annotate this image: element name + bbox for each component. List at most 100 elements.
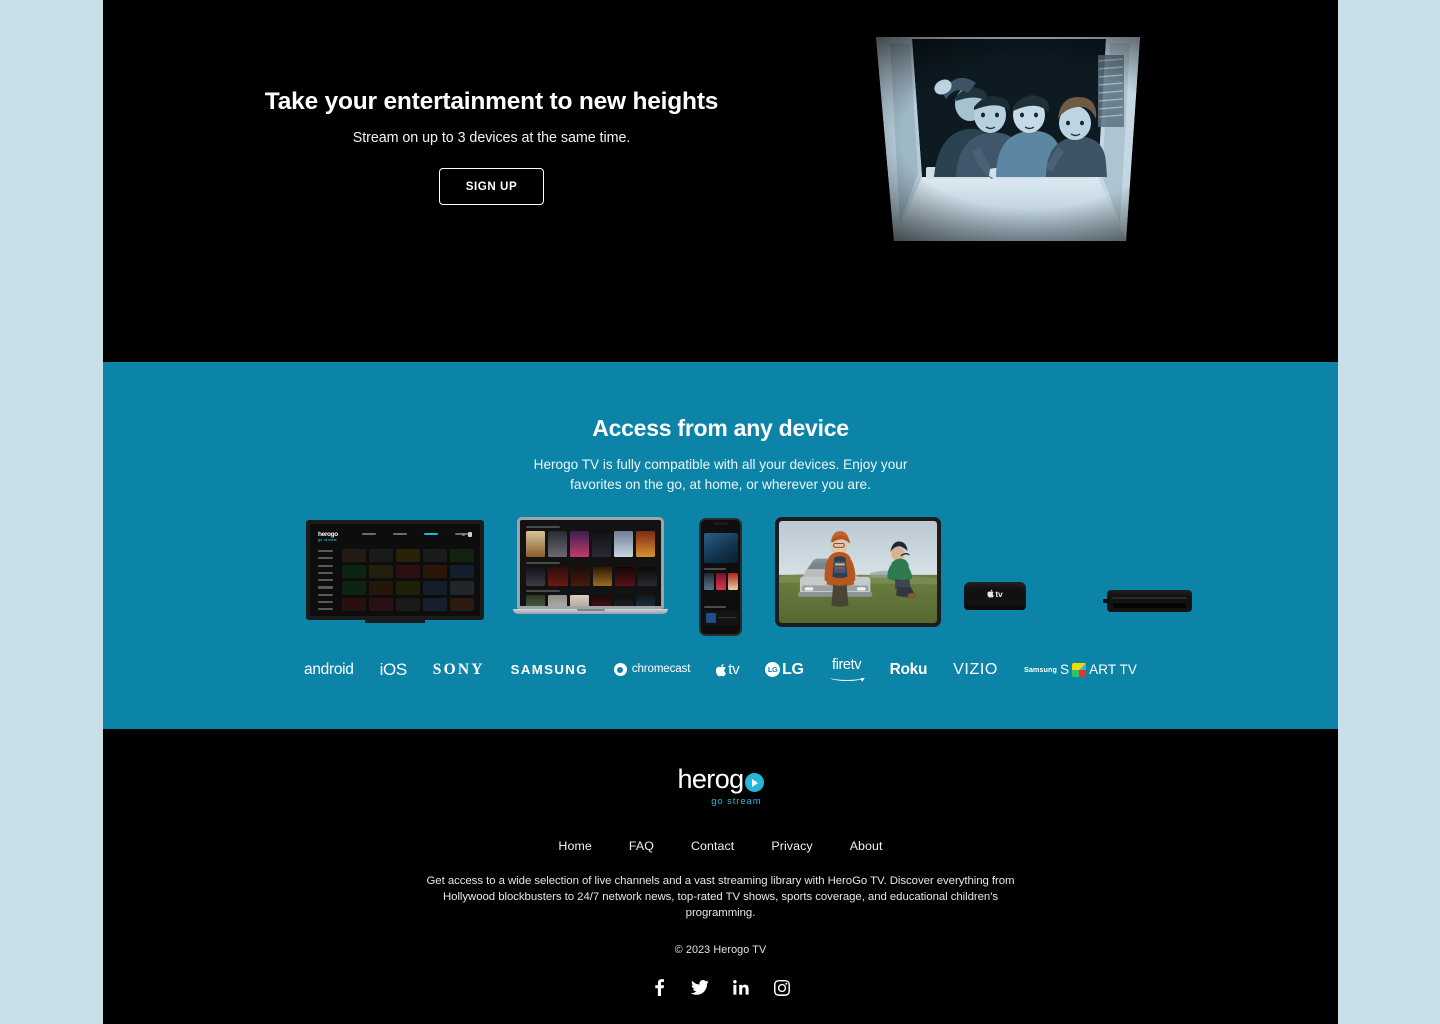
tv-channel-tile xyxy=(342,549,366,563)
footer-link-home[interactable]: Home xyxy=(558,839,591,853)
tv-channel-grid xyxy=(342,549,474,611)
apple-icon xyxy=(716,663,727,677)
chromecast-icon xyxy=(613,663,627,677)
poster xyxy=(526,531,545,557)
hero-section: Take your entertainment to new heights S… xyxy=(103,0,1338,362)
tv-channel-tile xyxy=(342,597,366,611)
hero-subtitle: Stream on up to 3 devices at the same ti… xyxy=(352,129,631,146)
linkedin-icon[interactable] xyxy=(731,978,751,998)
footer-nav: Home FAQ Contact Privacy About xyxy=(103,839,1338,853)
brand-logo-ios: iOS xyxy=(379,660,408,680)
brand-logo-samsung-smart-tv: Samsung S ART TV xyxy=(1011,662,1150,677)
footer-link-about[interactable]: About xyxy=(850,839,883,853)
tv-channel-tile xyxy=(450,581,474,595)
apple-icon xyxy=(987,589,994,598)
poster-list xyxy=(526,595,657,606)
poster-list xyxy=(703,572,738,590)
apple-tv-label: tv xyxy=(995,588,1003,599)
poster-list xyxy=(526,531,657,557)
recommended-card xyxy=(703,610,738,625)
hero-image xyxy=(830,27,1230,247)
tv-app-sidebar xyxy=(318,550,333,611)
poster xyxy=(526,595,545,606)
tv-sidebar-item xyxy=(318,579,333,582)
tv-channel-tile xyxy=(450,549,474,563)
device-mockup-tablet xyxy=(775,517,941,627)
lg-label: LG xyxy=(782,660,804,678)
poster xyxy=(570,567,590,586)
tv-app-ui: herogo go stream xyxy=(310,524,480,616)
tv-app-toolbar xyxy=(461,532,472,537)
devices-description: Herogo TV is fully compatible with all y… xyxy=(533,457,908,493)
device-mockup-apple-tv-box: tv xyxy=(964,582,1026,610)
tv-sidebar-item xyxy=(318,608,333,611)
tv-channel-tile xyxy=(423,565,447,579)
footer-link-privacy[interactable]: Privacy xyxy=(771,839,812,853)
poster xyxy=(727,572,738,590)
poster xyxy=(570,595,589,606)
tv-stand xyxy=(365,620,425,623)
brand-logos-row: android iOS SONY SAMSUNG chromecast tv L… xyxy=(103,658,1338,681)
apple-tv-box-body: tv xyxy=(964,582,1026,610)
smart-cube-icon xyxy=(1072,662,1087,677)
poster-list xyxy=(526,567,657,586)
footer-logo[interactable]: herog go stream xyxy=(677,766,764,807)
brand-logo-samsung: SAMSUNG xyxy=(510,662,588,678)
apple-tv-label: tv xyxy=(728,661,740,679)
twitter-icon[interactable] xyxy=(690,978,710,998)
brand-logo-fire-tv: firetv xyxy=(817,658,877,681)
tv-sidebar-item xyxy=(318,550,333,553)
tv-nav-item-active xyxy=(424,533,438,536)
device-mockups-row: herogo go stream tv xyxy=(103,512,1338,642)
poster xyxy=(614,595,633,606)
row-label xyxy=(526,562,560,564)
poster xyxy=(614,531,633,557)
instagram-icon[interactable] xyxy=(772,978,792,998)
phone-screen xyxy=(699,518,742,636)
chromecast-label: chromecast xyxy=(631,662,691,675)
facebook-icon[interactable] xyxy=(649,978,669,998)
poster xyxy=(592,567,613,586)
tv-channel-tile xyxy=(342,581,366,595)
laptop-content-row xyxy=(526,590,657,606)
footer-description: Get access to a wide selection of live c… xyxy=(426,875,1015,920)
laptop-content-row xyxy=(526,526,657,557)
poster xyxy=(526,567,546,586)
device-mockup-smart-tv: herogo go stream xyxy=(306,520,484,623)
poster xyxy=(548,595,567,606)
smile-arrow-icon xyxy=(829,674,864,681)
search-icon xyxy=(461,532,465,536)
tv-sidebar-item xyxy=(318,564,333,567)
phone-notch xyxy=(713,521,728,525)
text-line xyxy=(717,616,736,619)
brand-logo-roku: Roku xyxy=(889,660,928,678)
tv-sidebar-item xyxy=(318,586,333,589)
tv-nav-item xyxy=(393,533,407,536)
sign-up-button[interactable]: SIGN UP xyxy=(438,167,545,205)
footer-link-faq[interactable]: FAQ xyxy=(629,839,654,853)
brand-logo-android: android xyxy=(304,660,354,678)
tv-channel-tile xyxy=(450,597,474,611)
tv-nav-item xyxy=(362,533,376,536)
brand-logo-chromecast: chromecast xyxy=(601,662,703,677)
brand-logo-vizio: VIZIO xyxy=(953,660,998,678)
tv-sidebar-item xyxy=(318,593,333,596)
hero-copy: Take your entertainment to new heights S… xyxy=(184,88,799,205)
devices-heading-block: Access from any device Herogo TV is full… xyxy=(103,362,1338,495)
section-heading xyxy=(703,568,726,570)
tv-app-nav xyxy=(362,533,469,536)
tv-channel-tile xyxy=(396,581,420,595)
poster xyxy=(548,567,568,586)
poster xyxy=(592,531,611,557)
footer-logo-wordmark: herog xyxy=(677,766,764,793)
streaming-box-port xyxy=(1103,599,1108,603)
tablet-screen xyxy=(775,517,941,627)
tv-channel-tile xyxy=(369,597,393,611)
poster xyxy=(636,531,655,557)
phone-featured-banner xyxy=(703,533,738,563)
brand-logo-sony: SONY xyxy=(432,660,485,678)
phone-section xyxy=(703,568,738,590)
tv-channel-tile xyxy=(450,565,474,579)
device-mockup-phone xyxy=(699,518,742,636)
footer-link-contact[interactable]: Contact xyxy=(691,839,734,853)
